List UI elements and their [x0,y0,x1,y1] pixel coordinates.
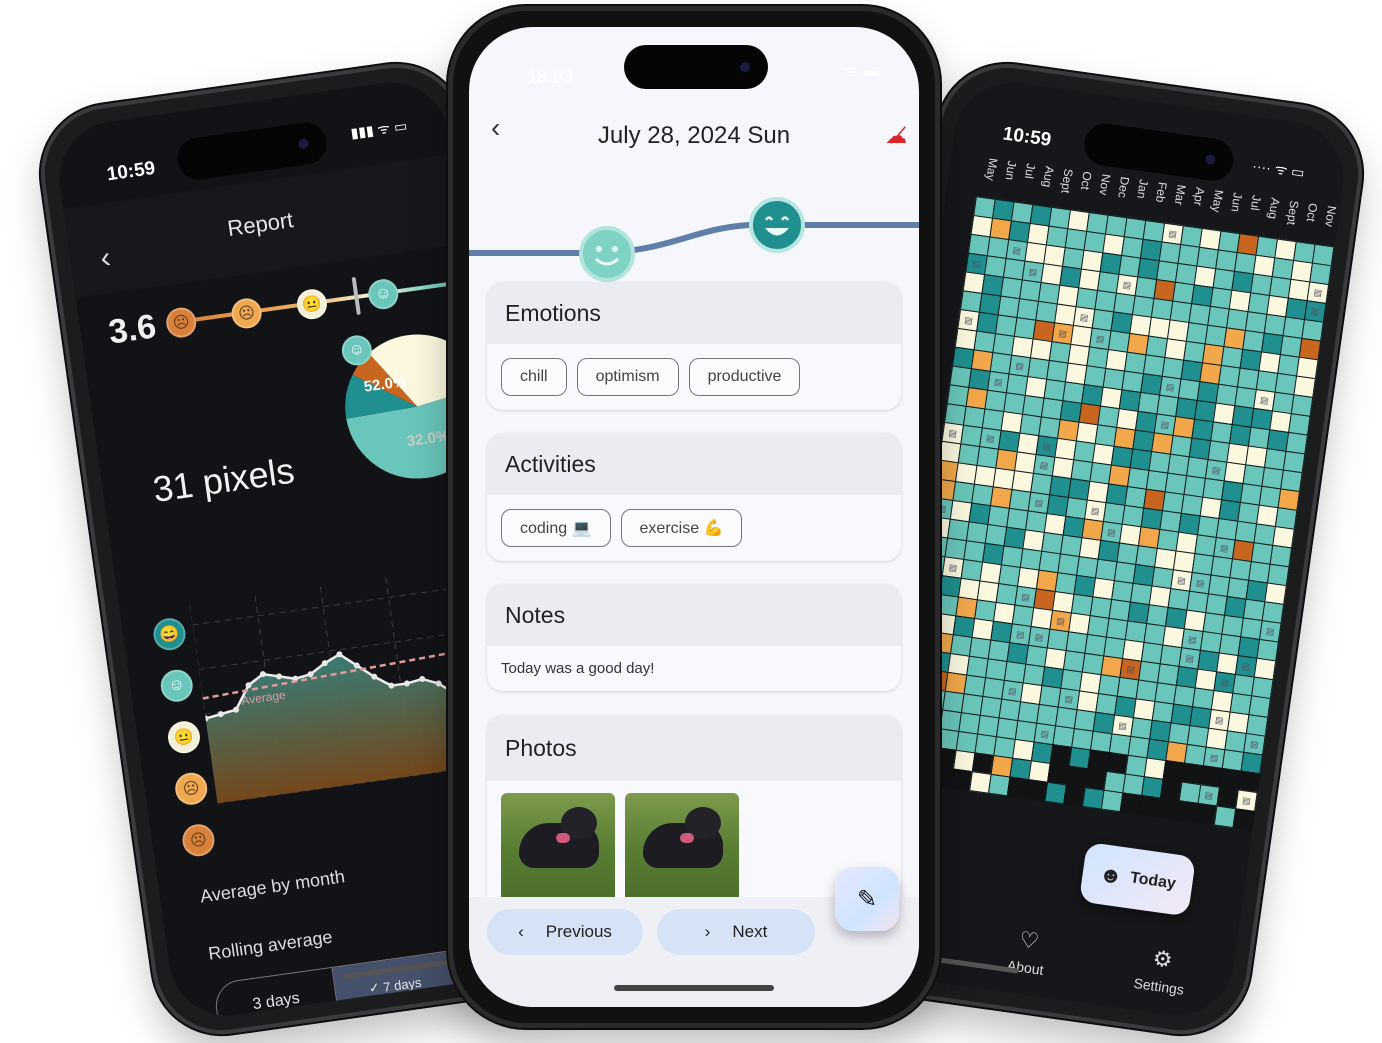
next-button[interactable]: › Next [657,909,815,955]
happy-mood-icon [579,226,635,282]
neutral-mood-icon: 😐 [295,287,329,322]
emotions-card: Emotions chill optimism productive [487,282,901,410]
previous-button[interactable]: ‹ Previous [487,909,643,955]
gear-icon: ⚙ [1151,945,1175,973]
today-button[interactable]: ☻ Today [1078,841,1197,917]
segment-7-days-label: 7 days [382,974,423,995]
happy-mood-icon: ☺ [366,277,401,312]
happy-icon: ☺ [158,667,195,704]
status-time: 10:59 [1001,123,1053,151]
status-time: 10:59 [105,157,157,186]
sad-mood-icon: ☹ [229,296,264,331]
emotion-chip[interactable]: productive [688,358,801,396]
emotions-title: Emotions [487,282,901,344]
mood-timeline [469,197,919,282]
next-label: Next [732,922,768,941]
nav-settings[interactable]: ⚙ Settings [1132,943,1190,998]
emotion-chip[interactable]: optimism [576,358,679,396]
chevron-right-icon: › [704,922,711,941]
year-in-pixels-grid: ▤ ▤ ▤ ▤ ▤ ▤ ▤ ▤ ▤ ▤ ▤ ▤ ▤ ▤ ▤ ▤ ▤ ▤ ▤ ▤ ▤ ▤ ▤ ▤ ▤ ▤ ▤ ▤ ▤ ▤ ▤ ▤ ▤ ▤ ▤ ▤ ▤ ▤ ▤ ▤… [893,196,1335,831]
average-by-month-label[interactable]: Average by month [199,866,346,907]
chevron-left-icon: ‹ [518,922,524,941]
segment-3-days[interactable]: 3 days [213,967,340,1023]
day-entry-screen: 18:03 ᯤ ▬ ‹ July 28, 2024 Sun ☁̸ Emotion… [469,27,919,1007]
status-icons: ᯤ ▬ [843,63,879,80]
pencil-icon: ✎ [856,885,878,913]
center-phone-day-entry: 18:03 ᯤ ▬ ‹ July 28, 2024 Sun ☁̸ Emotion… [448,6,940,1028]
home-indicator [614,985,774,991]
activities-title: Activities [487,433,901,495]
average-score: 3.6 [106,307,159,352]
activity-chip[interactable]: exercise 💪 [620,509,743,547]
sad-icon: ☹ [173,770,210,807]
add-mood-icon: ☻ [1097,861,1125,890]
edit-button[interactable]: ✎ [835,867,899,931]
very-happy-icon: 😄 [151,616,188,653]
photo-thumbnail[interactable] [625,793,739,901]
previous-label: Previous [545,922,612,941]
month-label: Nov [1322,204,1340,228]
dynamic-island [624,45,768,89]
activity-chip[interactable]: coding 💻 [501,509,611,547]
rolling-average-label: Rolling average [206,926,334,964]
notes-card: Notes Today was a good day! [487,584,901,691]
dynamic-island [174,119,330,183]
nav-settings-label: Settings [1132,974,1186,998]
activities-card: Activities coding 💻 exercise 💪 [487,433,901,561]
note-text[interactable]: Today was a good day! [487,646,901,691]
pixel-count: 31 pixels [150,449,297,510]
status-time: 18:03 [527,67,574,87]
today-label: Today [1129,869,1177,893]
notes-title: Notes [487,584,901,646]
very-sad-icon: ☹ [180,822,217,859]
photo-thumbnail[interactable] [501,793,615,901]
heart-icon: ♡ [1017,926,1041,955]
status-icons: ···· ᯤ ▭ [1251,157,1306,181]
cloud-off-icon[interactable]: ☁̸ [885,123,907,149]
neutral-icon: 😐 [165,719,203,756]
very-happy-mood-icon [749,197,805,253]
photos-title: Photos [487,715,901,781]
very-sad-mood-icon: ☹ [164,305,199,340]
day-pixel[interactable] [1232,808,1256,831]
date-title: July 28, 2024 Sun [597,122,791,149]
status-icons: ▮▮▮ ᯤ ▭ [349,117,409,142]
emotion-chip[interactable]: chill [501,358,567,396]
